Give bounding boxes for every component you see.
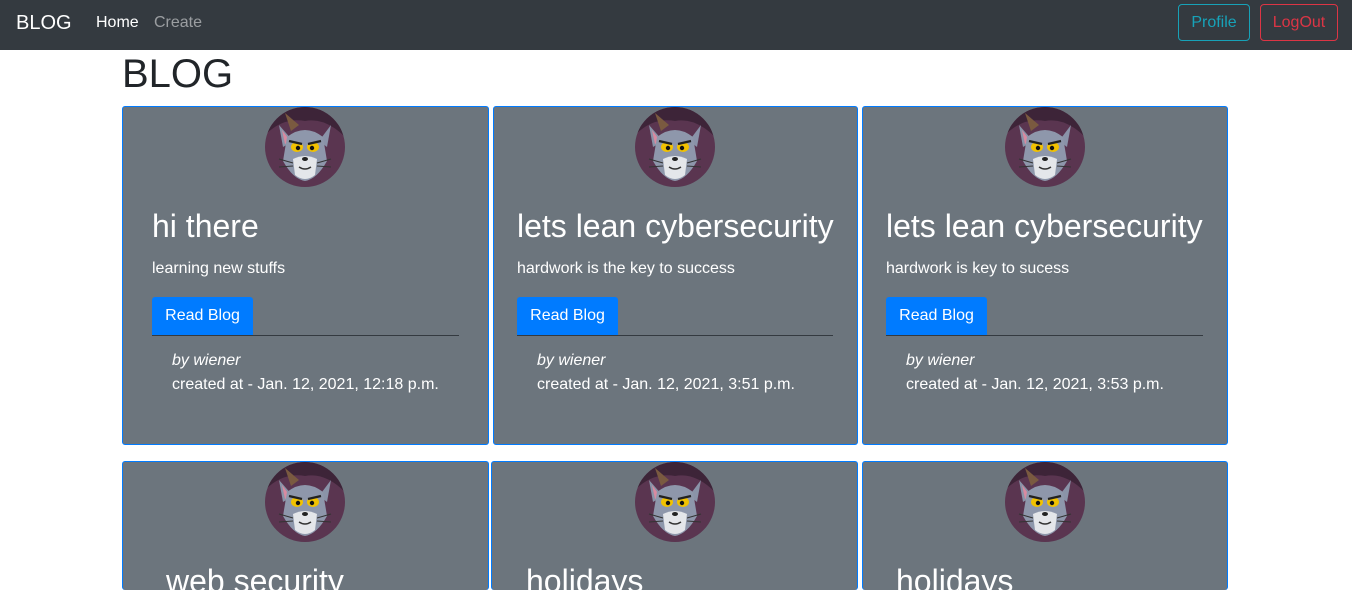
cartoon-cat-avatar-icon bbox=[265, 462, 345, 542]
card-text: hardwork is key to sucess bbox=[886, 260, 1070, 277]
blog-card: lets lean cybersecurity hardwork is the … bbox=[493, 106, 858, 445]
cartoon-cat-avatar-icon bbox=[265, 107, 345, 187]
card-author: by wiener bbox=[906, 352, 975, 369]
blog-card: web security bbox=[122, 461, 489, 590]
card-created-date: created at - Jan. 12, 2021, 3:51 p.m. bbox=[537, 376, 795, 393]
blog-card: holidays bbox=[491, 461, 858, 590]
logout-button[interactable]: LogOut bbox=[1260, 4, 1338, 41]
nav-link-home[interactable]: Home bbox=[96, 13, 139, 33]
read-blog-button[interactable]: Read Blog bbox=[152, 297, 253, 335]
cartoon-cat-avatar-icon bbox=[1005, 462, 1085, 542]
card-author: by wiener bbox=[172, 352, 241, 369]
card-divider bbox=[517, 335, 833, 336]
card-author: by wiener bbox=[537, 352, 606, 369]
cartoon-cat-avatar-icon bbox=[1005, 107, 1085, 187]
navbar-brand[interactable]: BLOG bbox=[16, 11, 72, 35]
cartoon-cat-avatar-icon bbox=[635, 462, 715, 542]
card-title: lets lean cybersecurity bbox=[886, 208, 1203, 244]
page-title: BLOG bbox=[122, 52, 234, 96]
top-navbar: BLOG Home Create Profile LogOut bbox=[0, 0, 1352, 50]
card-text: hardwork is the key to success bbox=[517, 260, 735, 277]
blog-card: holidays bbox=[862, 461, 1228, 590]
read-blog-button[interactable]: Read Blog bbox=[886, 297, 987, 335]
card-title: holidays bbox=[526, 563, 644, 590]
card-created-date: created at - Jan. 12, 2021, 3:53 p.m. bbox=[906, 376, 1164, 393]
cartoon-cat-avatar-icon bbox=[635, 107, 715, 187]
card-title: hi there bbox=[152, 208, 259, 244]
read-blog-button[interactable]: Read Blog bbox=[517, 297, 618, 335]
blog-card: hi there learning new stuffs Read Blog b… bbox=[122, 106, 489, 445]
card-divider bbox=[886, 335, 1203, 336]
profile-button[interactable]: Profile bbox=[1178, 4, 1250, 41]
card-text: learning new stuffs bbox=[152, 260, 286, 277]
card-title: web security bbox=[166, 563, 344, 590]
card-title: holidays bbox=[896, 563, 1014, 590]
card-title: lets lean cybersecurity bbox=[517, 208, 834, 244]
card-created-date: created at - Jan. 12, 2021, 12:18 p.m. bbox=[172, 376, 439, 393]
nav-link-create[interactable]: Create bbox=[154, 13, 202, 33]
card-divider bbox=[152, 335, 459, 336]
blog-card: lets lean cybersecurity hardwork is key … bbox=[862, 106, 1228, 445]
